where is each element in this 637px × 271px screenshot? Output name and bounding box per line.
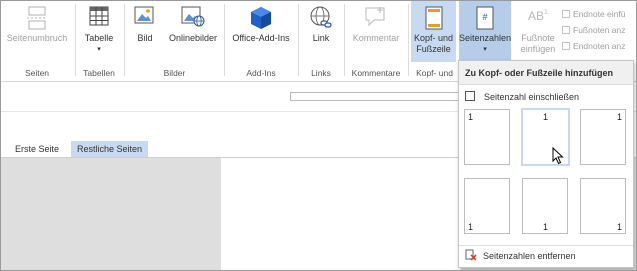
- picture-icon: [134, 6, 154, 24]
- page-number-icon: #: [476, 6, 494, 30]
- remove-page-numbers-item[interactable]: Seitenzahlen entfernen: [465, 249, 576, 262]
- footnote-button[interactable]: AB 1 Fußnote einfügen: [515, 0, 561, 62]
- link-button[interactable]: Link: [302, 0, 340, 62]
- footnote-label-2: einfügen: [520, 44, 556, 54]
- comment-label: Kommentar: [352, 33, 400, 43]
- page-number-text: 1: [543, 112, 549, 122]
- svg-text:1: 1: [544, 9, 548, 16]
- header-footer-label-2: Fußzeile: [416, 44, 451, 54]
- group-separator: [124, 4, 125, 76]
- page-number-top-right-option[interactable]: 1: [580, 109, 626, 165]
- dropdown-title: Zu Kopf- oder Fußzeile hinzufügen: [459, 61, 633, 85]
- group-addins: Add-Ins: [246, 68, 276, 78]
- comment-button[interactable]: Kommentar: [348, 0, 404, 62]
- page-number-text: 1: [543, 222, 549, 232]
- show-notes-icon: [562, 42, 570, 50]
- group-kopf-fusszeile: Kopf- und: [416, 68, 453, 78]
- chevron-down-icon: ▾: [97, 46, 101, 53]
- table-icon: [89, 6, 109, 26]
- remove-page-numbers-label: Seitenzahlen entfernen: [483, 251, 576, 261]
- page-number-bottom-right-option[interactable]: 1: [580, 178, 626, 234]
- link-label: Link: [312, 33, 330, 43]
- chevron-down-icon: ▾: [483, 46, 487, 53]
- table-label: Tabelle: [84, 33, 114, 43]
- tab-restliche-seiten[interactable]: Restliche Seiten: [71, 141, 149, 158]
- tab-erste-seite[interactable]: Erste Seite: [9, 141, 65, 158]
- group-bilder: Bilder: [163, 68, 186, 78]
- online-pictures-icon: [181, 6, 205, 27]
- insert-endnote-button[interactable]: Endnote einfü: [562, 6, 636, 22]
- online-pictures-label: Onlinebilder: [168, 33, 218, 43]
- footnote-label-1: Fußnote: [521, 33, 555, 43]
- checkbox-box[interactable]: [465, 91, 475, 101]
- office-addins-label: Office-Add-Ins: [232, 33, 290, 43]
- horizontal-ruler: [290, 92, 460, 101]
- page-number-top-left-option[interactable]: 1: [464, 109, 510, 165]
- show-footnotes-button[interactable]: Fußnoten anz: [562, 22, 636, 38]
- picture-button[interactable]: Bild: [128, 0, 162, 62]
- group-seiten: Seiten: [24, 68, 50, 78]
- group-separator: [408, 4, 409, 76]
- page-number-bottom-left-option[interactable]: 1: [464, 178, 510, 234]
- table-button[interactable]: Tabelle ▾: [80, 0, 118, 62]
- include-page-number-checkbox[interactable]: Seitenzahl einschließen: [465, 91, 579, 103]
- page-number-text: 1: [616, 112, 622, 122]
- page-numbers-dropdown: Zu Kopf- oder Fußzeile hinzufügen Seiten…: [458, 60, 634, 268]
- comment-icon: [365, 7, 385, 27]
- link-icon: [310, 6, 332, 28]
- office-addins-button[interactable]: Office-Add-Ins: [228, 0, 294, 62]
- page-break-button[interactable]: Seitenumbruch: [2, 0, 72, 62]
- page-numbers-button[interactable]: # Seitenzahlen ▾: [459, 0, 511, 62]
- online-pictures-button[interactable]: Onlinebilder: [165, 0, 221, 62]
- page-number-text: 1: [468, 112, 474, 122]
- svg-text:AB: AB: [528, 9, 544, 23]
- office-addins-icon: [251, 7, 271, 29]
- page-break-icon: [27, 6, 47, 30]
- header-footer-label-1: Kopf- und: [413, 33, 454, 43]
- page-break-label: Seitenumbruch: [6, 33, 68, 43]
- page-number-text: 1: [616, 222, 622, 232]
- group-tabellen: Tabellen: [83, 68, 115, 78]
- next-footnote-icon: [562, 26, 570, 34]
- footnote-icon: AB 1: [528, 9, 548, 23]
- mouse-cursor-icon: [552, 147, 564, 165]
- endnote-icon: [562, 10, 570, 18]
- picture-label: Bild: [137, 33, 153, 43]
- document-page[interactable]: [221, 158, 461, 271]
- show-endnotes-button[interactable]: Endnoten anz: [562, 38, 636, 54]
- remove-page-numbers-icon: [465, 249, 477, 261]
- header-footer-button[interactable]: Kopf- und Fußzeile: [411, 0, 456, 62]
- header-footer-icon: [425, 6, 442, 30]
- group-separator: [224, 4, 225, 76]
- svg-text:#: #: [482, 12, 487, 22]
- footnote-small-commands: Endnote einfü Fußnoten anz Endnoten anz: [562, 6, 636, 54]
- page-number-bottom-center-option[interactable]: 1: [522, 178, 568, 234]
- page-numbers-label: Seitenzahlen: [459, 33, 512, 43]
- page-number-text: 1: [468, 222, 474, 232]
- checkbox-label: Seitenzahl einschließen: [484, 92, 580, 102]
- dropdown-divider: [459, 245, 633, 246]
- group-separator: [298, 4, 299, 76]
- group-separator: [75, 4, 76, 76]
- group-separator: [344, 4, 345, 76]
- group-kommentare: Kommentare: [351, 68, 401, 78]
- group-links: Links: [311, 68, 331, 78]
